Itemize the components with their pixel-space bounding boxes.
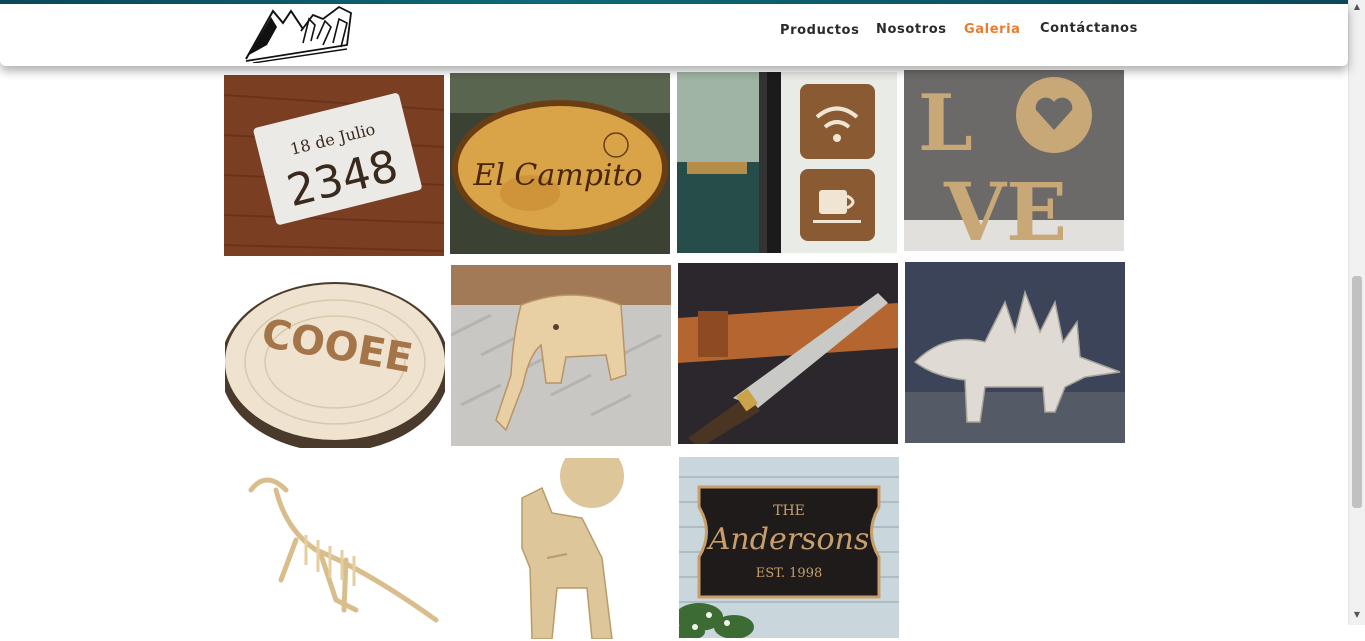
gallery-image-love[interactable]: L VE [904,70,1124,251]
nav-nosotros-link[interactable]: Nosotros [876,22,947,37]
el-campito-text: El Campito [472,158,642,193]
gallery-image-house-number[interactable]: 18 de Julio 2348 [224,75,444,256]
gallery-image-andersons[interactable]: THE Andersons EST. 1998 [679,457,899,638]
gallery-image-elephant[interactable] [451,265,671,446]
nav-contactanos-link[interactable]: Contáctanos [1040,21,1138,36]
andersons-the-text: THE [773,503,805,519]
nav-productos-link[interactable]: Productos [780,23,859,38]
scrollbar-thumb[interactable] [1352,276,1362,508]
nav-galeria-link[interactable]: Galeria [964,22,1021,37]
gallery-image-el-campito[interactable]: El Campito [450,73,670,254]
gallery-image-cooee[interactable]: COOEE [225,267,445,448]
gallery-image-knife[interactable] [678,263,898,444]
scroll-down-arrow-icon[interactable]: ▼ [1352,610,1362,620]
main-nav: Productos Nosotros Galeria Contáctanos [0,21,1348,45]
andersons-name-text: Andersons [706,522,869,557]
love-top-letter: L [918,78,973,169]
site-header: Productos Nosotros Galeria Contáctanos [0,4,1348,66]
product-gallery: 18 de Julio 2348 El Campito L VE COOEE T… [223,70,1128,641]
gallery-image-wifi-coffee[interactable] [677,72,897,253]
page-scrollbar[interactable]: ▲ ▼ [1348,0,1365,625]
gallery-image-stegosaurus[interactable] [905,262,1125,443]
scroll-up-arrow-icon[interactable]: ▲ [1352,2,1362,12]
gallery-image-dinosaur-skeleton[interactable] [226,460,446,641]
gallery-image-deer[interactable] [452,458,672,639]
love-bottom-letters: VE [943,165,1067,251]
andersons-est-text: EST. 1998 [756,566,823,581]
